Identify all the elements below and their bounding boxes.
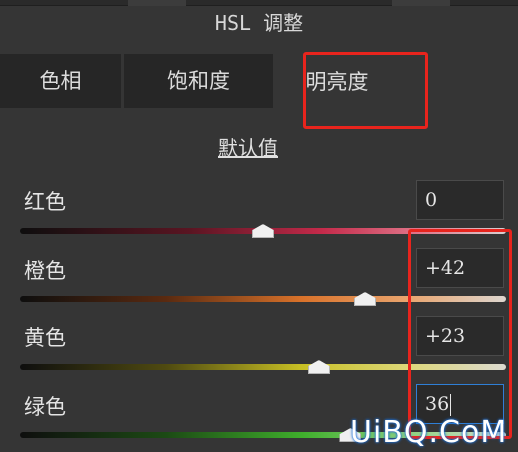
slider-thumb-yellow[interactable] [307,360,330,374]
tab-hue[interactable]: 色相 [0,54,124,108]
watermark-logo: UiBQ.CoM [350,415,508,450]
slider-thumb-red[interactable] [252,224,274,238]
tab-luminance[interactable]: 明亮度 [276,54,518,108]
slider-label-orange: 橙色 [24,259,66,283]
reset-default-link[interactable]: 默认值 [0,132,496,161]
value-field-red[interactable]: 0 [416,180,504,220]
value-field-orange[interactable]: +42 [416,248,504,288]
slider-thumb-orange[interactable] [354,292,377,306]
panel-title: HSL 调整 [214,11,304,35]
slider-track-yellow[interactable] [20,364,506,370]
tab-saturation[interactable]: 饱和度 [124,54,276,108]
slider-label-red: 红色 [24,190,66,214]
value-field-green-text: 36 [425,393,450,415]
slider-label-yellow: 黄色 [24,326,66,350]
tab-bar: 色相 饱和度 明亮度 [0,54,518,108]
text-caret [450,394,452,416]
slider-track-orange[interactable] [20,296,506,302]
slider-label-green: 绿色 [24,395,66,419]
value-field-yellow[interactable]: +23 [416,316,504,356]
